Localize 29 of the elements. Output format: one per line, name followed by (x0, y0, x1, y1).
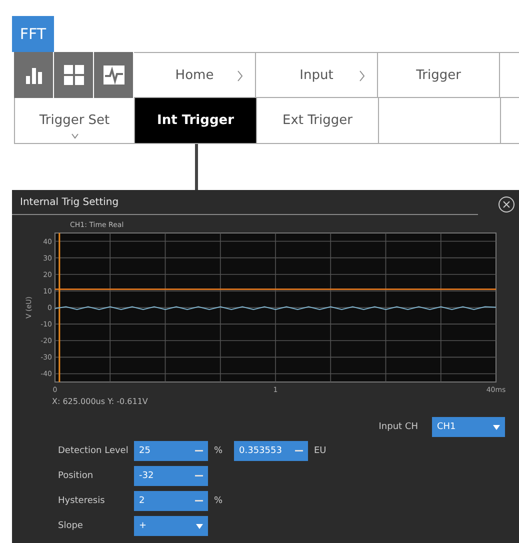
unit-label: % (213, 446, 224, 456)
tab[interactable]: Ext Trigger (257, 98, 379, 144)
field-label: Detection Level (58, 446, 130, 456)
input-field[interactable]: -32 (134, 466, 208, 486)
dropdown-field[interactable]: + (134, 516, 208, 536)
channel-dropdown[interactable]: CH1 (432, 417, 505, 437)
tab[interactable]: Trigger Set (14, 98, 135, 144)
input-field[interactable]: 0.353553 (234, 441, 308, 461)
bar-chart-icon[interactable] (14, 52, 54, 98)
dropdown-arrow-icon (196, 524, 203, 528)
grid-icon[interactable] (54, 52, 94, 98)
tab[interactable]: Int Trigger (135, 98, 257, 144)
dropdown-arrow-icon (493, 424, 500, 430)
dialog-title: Internal Trig Setting (20, 196, 119, 208)
app-badge: FFT (12, 16, 54, 52)
field-label: Slope (58, 521, 84, 531)
unit-label: EU (313, 446, 328, 456)
field-label: Hysteresis (58, 496, 106, 506)
breadcrumb-item[interactable]: Trigger (378, 52, 500, 98)
field-label: Input CH (378, 422, 418, 432)
waveform-icon[interactable] (94, 52, 134, 98)
close-icon[interactable] (498, 196, 515, 213)
breadcrumb-item[interactable]: Input (256, 52, 378, 98)
unit-label: % (213, 496, 224, 506)
input-field[interactable]: 25 (134, 441, 208, 461)
input-field[interactable]: 2 (134, 491, 208, 511)
breadcrumb-item[interactable]: Home (134, 52, 256, 98)
cursor-readout: X: 625.000us Y: -0.611V (52, 397, 149, 408)
field-label: Position (58, 471, 94, 481)
